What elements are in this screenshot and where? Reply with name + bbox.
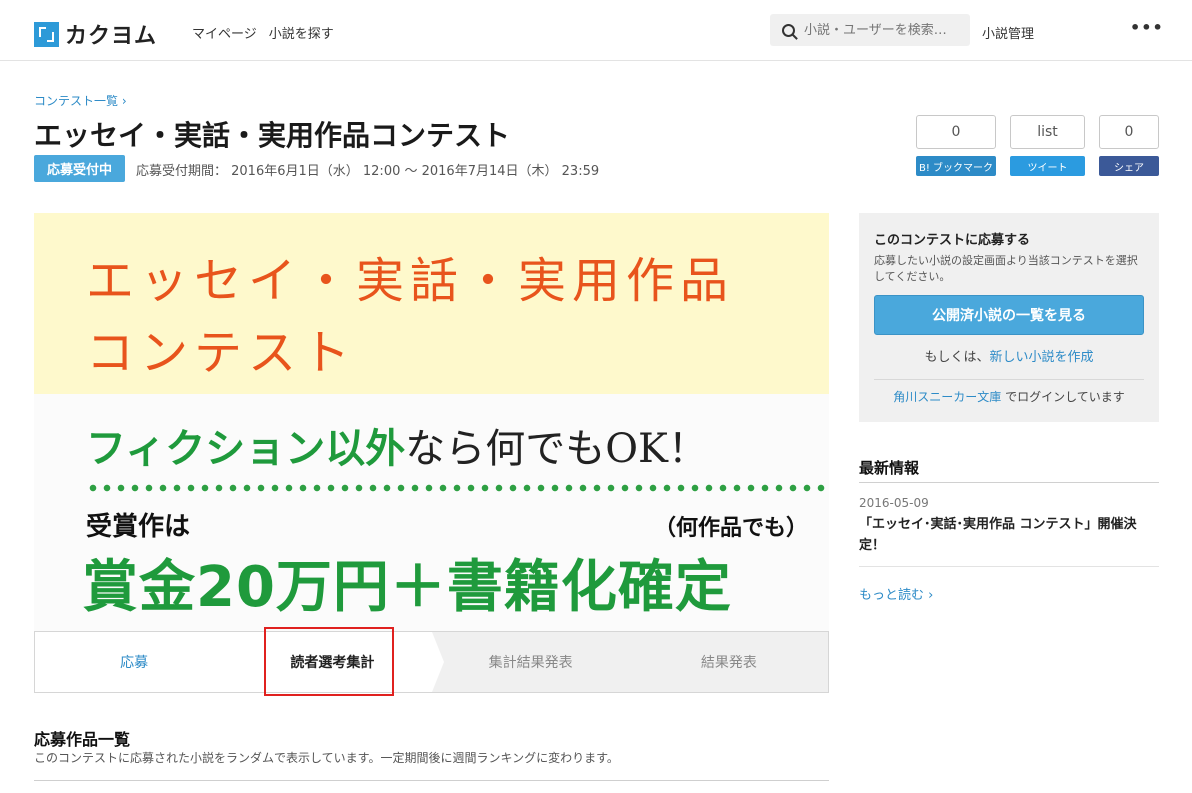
news-item-link[interactable]: 「エッセイ･実話･実用作品 コンテスト」開催決定！	[859, 514, 1159, 556]
page-title: エッセイ・実話・実用作品コンテスト	[34, 119, 511, 152]
step-final-result-label: 結果発表	[700, 655, 757, 671]
create-novel-line: もしくは、新しい小説を作成	[859, 346, 1159, 365]
logo-mark-icon	[34, 21, 59, 47]
hatena-count: 0	[916, 115, 996, 149]
or-prefix: もしくは、	[924, 350, 990, 365]
banner-tagline-green: フィクション以外	[86, 425, 406, 472]
nav-find-novels[interactable]: 小説を探す	[269, 23, 334, 42]
search-input[interactable]	[804, 22, 969, 38]
read-more-link[interactable]: もっと読む ›	[859, 584, 933, 603]
contest-steps: 応募 読者選考集計 集計結果発表 結果発表	[34, 631, 829, 693]
step-apply[interactable]: 応募	[35, 632, 246, 692]
apply-heading: このコンテストに応募する	[874, 233, 1031, 248]
search-icon	[782, 23, 795, 37]
facebook-share[interactable]: 0 シェア	[1099, 115, 1159, 176]
step-final-result[interactable]: 結果発表	[629, 632, 828, 692]
application-period: 応募受付期間： 2016年6月1日（水） 12:00 〜 2016年7月14日（…	[136, 164, 600, 179]
hatena-bookmark-button[interactable]: B! ブックマーク	[916, 156, 996, 176]
search-box[interactable]	[770, 14, 970, 46]
banner-award-main: 賞金20万円＋書籍化確定	[82, 555, 732, 620]
news-heading: 最新情報	[859, 459, 920, 477]
site-logo[interactable]: カクヨム	[34, 18, 157, 50]
create-novel-link[interactable]: 新しい小説を作成	[990, 350, 1094, 365]
banner-title-line1: エッセイ・実話・実用作品	[86, 253, 735, 309]
banner-title-line2: コンテスト	[86, 325, 357, 381]
twitter-share[interactable]: list ツイート	[1010, 115, 1085, 176]
login-suffix: でログインしています	[1005, 390, 1125, 404]
contest-banner: エッセイ・実話・実用作品 コンテスト フィクション以外なら何でもOK！ 受賞作は…	[34, 213, 829, 631]
more-menu-icon[interactable]: •••	[1130, 18, 1164, 37]
works-heading: 応募作品一覧	[34, 730, 131, 749]
banner-award-area: フィクション以外なら何でもOK！ 受賞作は （何作品でも） 賞金20万円＋書籍化…	[34, 394, 829, 631]
hatena-share[interactable]: 0 B! ブックマーク	[916, 115, 996, 176]
step-arrow-icon	[431, 632, 444, 692]
step-count-result[interactable]: 集計結果発表	[431, 632, 642, 692]
apply-panel: このコンテストに応募する 応募したい小説の設定画面より当該コンテストを選択してく…	[859, 213, 1159, 422]
tweet-button[interactable]: ツイート	[1010, 156, 1085, 176]
view-published-novels-button[interactable]: 公開済小説の一覧を見る	[874, 295, 1144, 335]
divider	[859, 482, 1159, 483]
banner-award-label: 受賞作は	[86, 512, 191, 542]
apply-description: 応募したい小説の設定画面より当該コンテストを選択してください。	[874, 254, 1138, 283]
breadcrumb-contest-list[interactable]: コンテスト一覧 ›	[34, 92, 127, 109]
banner-title-area: エッセイ・実話・実用作品 コンテスト	[34, 213, 829, 394]
step-apply-label: 応募	[120, 655, 149, 671]
twitter-count: list	[1010, 115, 1085, 149]
facebook-count: 0	[1099, 115, 1159, 149]
step-arrow-icon	[233, 632, 246, 692]
banner-award-note: （何作品でも）	[654, 516, 809, 541]
news-date: 2016-05-09	[859, 496, 929, 510]
step-arrow-icon	[629, 632, 642, 692]
novel-manage-link[interactable]: 小説管理	[982, 23, 1034, 42]
divider	[34, 780, 829, 781]
current-step-highlight	[264, 627, 394, 696]
account-link[interactable]: 角川スニーカー文庫	[893, 390, 1001, 404]
works-description: このコンテストに応募された小説をランダムで表示しています。一定期間後に週間ランキ…	[34, 751, 619, 765]
logo-text: カクヨム	[65, 24, 158, 49]
facebook-share-button[interactable]: シェア	[1099, 156, 1159, 176]
divider	[874, 379, 1144, 380]
nav-mypage[interactable]: マイページ	[192, 23, 257, 42]
banner-tagline: フィクション以外なら何でもOK！	[86, 416, 708, 474]
banner-tagline-rest: なら何でもOK！	[405, 426, 708, 472]
divider	[859, 566, 1159, 567]
banner-dot-divider	[86, 484, 826, 492]
step-count-result-label: 集計結果発表	[488, 655, 573, 671]
login-status: 角川スニーカー文庫 でログインしています	[859, 388, 1159, 405]
status-badge: 応募受付中	[34, 155, 125, 182]
main-nav: マイページ 小説を探す	[192, 23, 334, 42]
site-header: カクヨム マイページ 小説を探す 小説管理 •••	[0, 0, 1192, 61]
